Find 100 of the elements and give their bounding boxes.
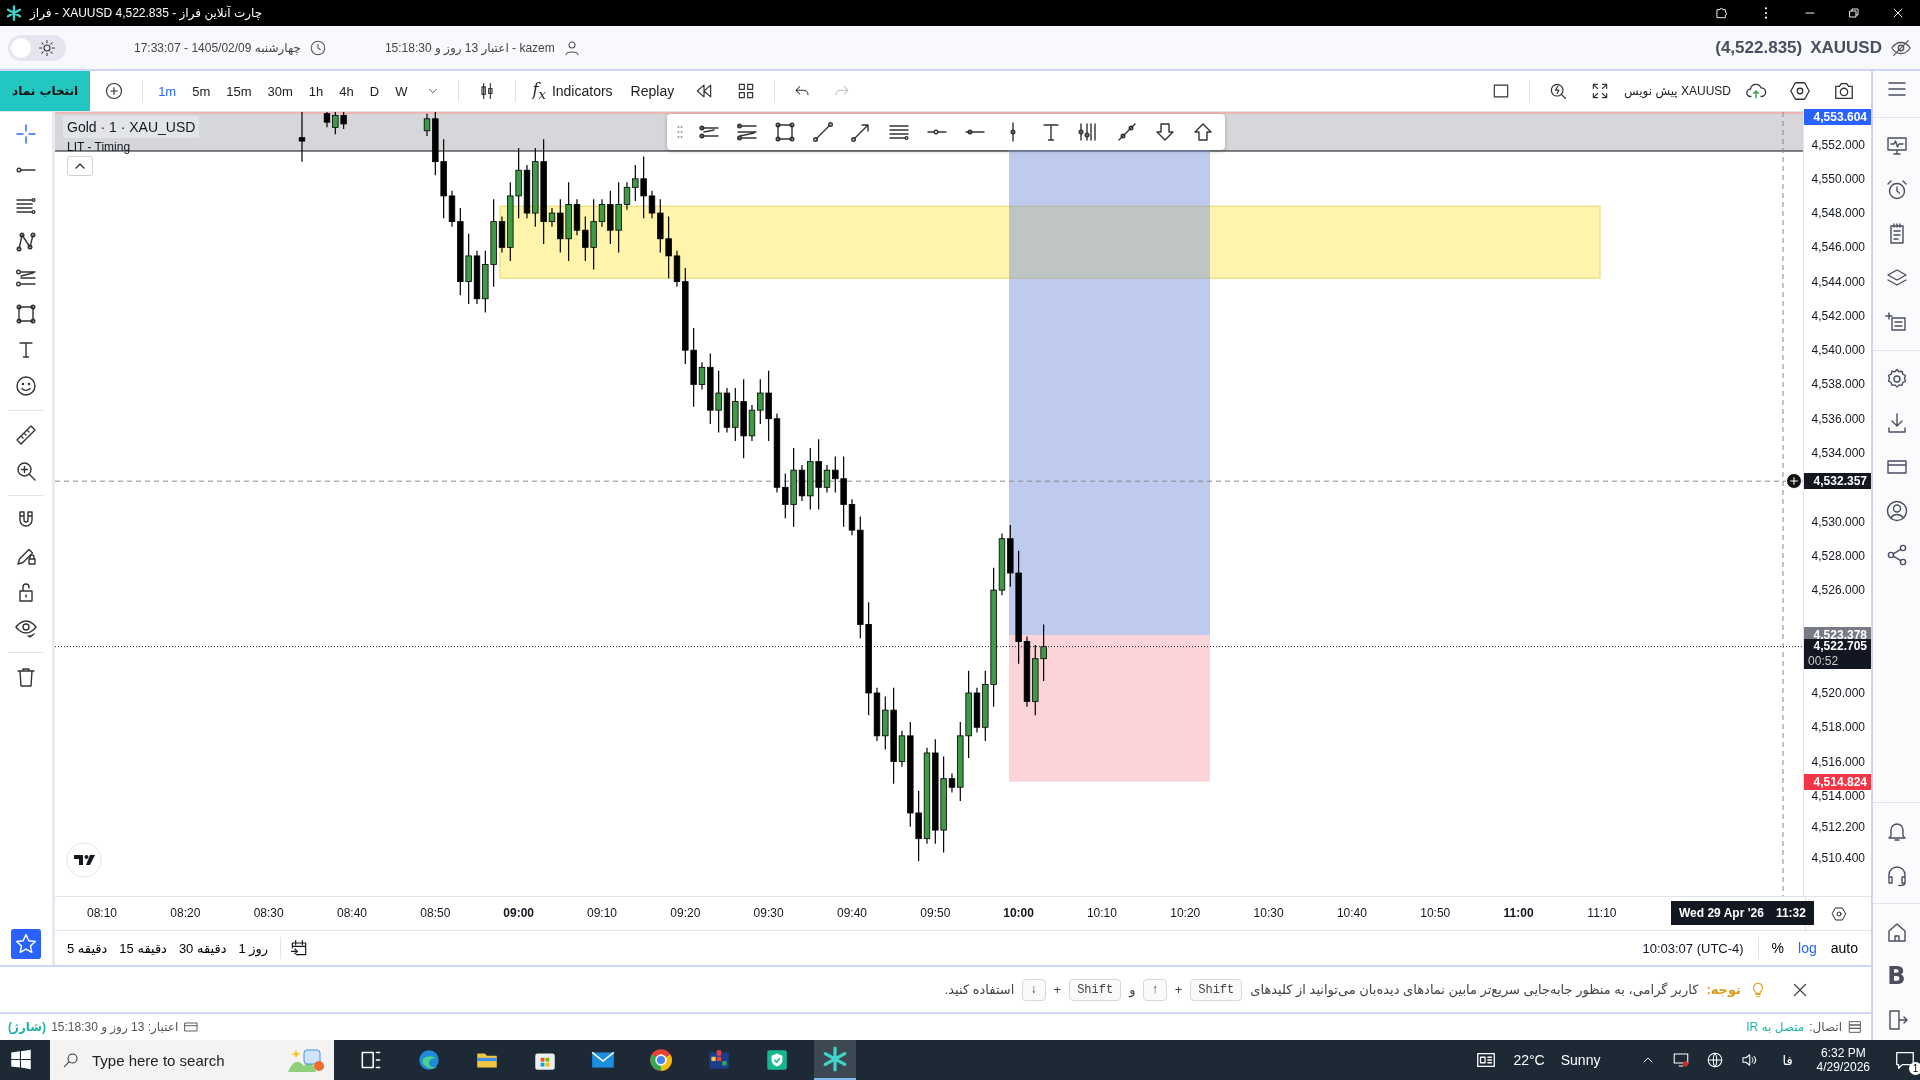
time-label: 08:40 [335, 906, 368, 920]
price-label: 4,534.000 [1811, 445, 1865, 461]
timeframe-button[interactable]: 4h [334, 79, 359, 103]
rectangle-icon[interactable] [14, 302, 38, 326]
price-label: 4,542.000 [1811, 307, 1865, 324]
price-label: 4,530.000 [1811, 513, 1865, 530]
range-button[interactable]: 1 روز [234, 938, 273, 958]
auto-button[interactable]: auto [1825, 938, 1863, 958]
crosshair-icon[interactable] [14, 122, 38, 146]
timeframe-button[interactable]: W [390, 79, 413, 103]
time-label: 10:00 [1002, 906, 1035, 920]
notice-text: کاربر گرامی، به منظور جابه‌جایی سریع‌تر مابین نمادهای دیده‌بان می‌توانید از کلیدهای [1250, 982, 1699, 997]
price-label: 4,544.000 [1811, 273, 1865, 290]
add-list-icon[interactable] [1884, 310, 1909, 334]
price-label: 4,528.000 [1811, 547, 1865, 564]
keyboard-key: Shift [1190, 978, 1243, 1001]
add-icon[interactable] [104, 81, 125, 101]
browser-chrome-icon[interactable] [648, 1047, 674, 1073]
globe-icon[interactable] [1706, 1051, 1725, 1069]
monitor-icon[interactable] [1884, 134, 1909, 158]
theme-toggle[interactable] [8, 34, 66, 61]
speaker-icon[interactable] [1740, 1051, 1759, 1069]
notice-text: و [1129, 982, 1136, 997]
log-button[interactable]: log [1793, 938, 1822, 958]
connection-label: اتصال: [1809, 1020, 1842, 1034]
cursor-time: 11:32 [1775, 906, 1806, 920]
weather-text[interactable]: Sunny [1560, 1052, 1601, 1068]
range-button[interactable]: 15 دقیقه [115, 938, 171, 958]
smiley-icon[interactable] [14, 374, 38, 398]
restore-icon[interactable] [1846, 5, 1862, 21]
range-button[interactable]: 30 دقیقه [174, 938, 231, 958]
symbol-name: XAUUSD [1810, 37, 1882, 58]
taskbar-search-field[interactable]: Type here to search [50, 1040, 334, 1080]
drag-handle-icon[interactable] [677, 125, 683, 139]
time-label: 10:10 [1085, 906, 1118, 920]
notice-text: استفاده کنید. [944, 982, 1015, 997]
broker-button[interactable]: B [1887, 964, 1906, 988]
symbol-price: (4,522.835) [1715, 37, 1803, 58]
account-text: kazem - اعتبار 13 روز و 15:18:30 [384, 40, 555, 55]
sun-icon [38, 38, 56, 57]
price-label: 4,550.000 [1811, 170, 1865, 187]
time-label: 10:20 [1169, 906, 1202, 920]
app-logo-icon[interactable] [822, 1046, 848, 1072]
cursor-date: Wed 29 Apr '26 [1679, 906, 1764, 920]
timeframe-button[interactable]: 30m [262, 79, 298, 103]
zoom-in-icon[interactable] [14, 459, 38, 483]
extension-icon[interactable] [1714, 5, 1730, 21]
camera-icon[interactable] [1833, 80, 1855, 102]
hexagon-settings-icon[interactable] [1789, 80, 1811, 102]
time-label: 09:20 [669, 906, 702, 920]
indicator-legend: LIT - Timing [63, 140, 135, 154]
connection-status: متصل به IR [1746, 1020, 1805, 1034]
taskbar-time[interactable]: 6:32 PM [1820, 1046, 1866, 1060]
clock-icon [308, 38, 327, 57]
keyboard-key: Shift [1069, 978, 1122, 1001]
timeframe-button[interactable]: D [364, 79, 385, 103]
window-title: چارت آنلاین فراز - XAUUSD 4,522.835 - فراز [30, 6, 263, 20]
time-label: 08:50 [419, 906, 452, 920]
rectangle-icon[interactable] [773, 120, 797, 144]
timeframe-button[interactable]: 1m [153, 79, 182, 103]
price-label: 4,526.000 [1811, 582, 1865, 599]
collapse-button[interactable] [67, 156, 93, 176]
monitor-alert-icon[interactable] [1672, 1051, 1691, 1069]
chart-logo-icon [66, 842, 102, 878]
notification-icon[interactable] [1894, 1049, 1916, 1071]
timeframe-button[interactable]: 15m [221, 79, 257, 103]
timezone-clock[interactable]: 10:03:07 (UTC-4) [1642, 940, 1744, 956]
timeframe-button[interactable]: 1h [303, 79, 329, 103]
favorites-star-button[interactable] [11, 929, 41, 959]
price-label: 4,510.400 [1811, 849, 1865, 866]
date-time-text: چهارشنبه 1405/02/09 - 17:33:07 [134, 40, 301, 55]
axis-settings-icon[interactable] [1830, 905, 1847, 922]
notice-text: + [1174, 982, 1183, 997]
trend-line-icon[interactable] [811, 120, 835, 144]
temperature-text[interactable]: 22°C [1513, 1052, 1545, 1068]
credit-text: اعتبار: 13 روز و 15:18:30 [51, 1020, 179, 1034]
symbol-select-button[interactable]: انتخاب نماد [0, 71, 91, 111]
candlestick [298, 112, 306, 163]
add-alert-icon[interactable] [1785, 472, 1804, 491]
price-label: 4,552.000 [1811, 136, 1865, 153]
ruler-icon[interactable] [14, 423, 38, 447]
time-label: 08:30 [252, 906, 285, 920]
price-label: 4,516.000 [1811, 753, 1865, 770]
shield-app-icon[interactable] [764, 1047, 790, 1073]
timeframe-button[interactable]: 5m [187, 79, 216, 103]
trash-icon[interactable] [14, 665, 38, 689]
time-label: 08:10 [86, 906, 118, 920]
time-label: 11:00 [1502, 906, 1535, 920]
price-tag-value: 4,522.705 [1813, 638, 1867, 654]
pattern-icon[interactable] [14, 230, 38, 254]
range-button[interactable]: 5 دقیقه [63, 938, 112, 958]
language-indicator[interactable]: فا [1782, 1052, 1793, 1068]
taskbar-date[interactable]: 4/29/2026 [1816, 1060, 1870, 1074]
browser-edge-icon[interactable] [416, 1047, 442, 1073]
indicators-button[interactable]: f$_{x}$ Indicators [526, 75, 619, 107]
user-icon[interactable] [1884, 499, 1909, 523]
draft-label[interactable]: XAUUSD پیش نویس [1623, 84, 1731, 98]
percent-button[interactable]: % [1766, 938, 1790, 958]
replay-button[interactable]: Replay [624, 79, 681, 103]
price-label: 4,536.000 [1811, 410, 1865, 427]
